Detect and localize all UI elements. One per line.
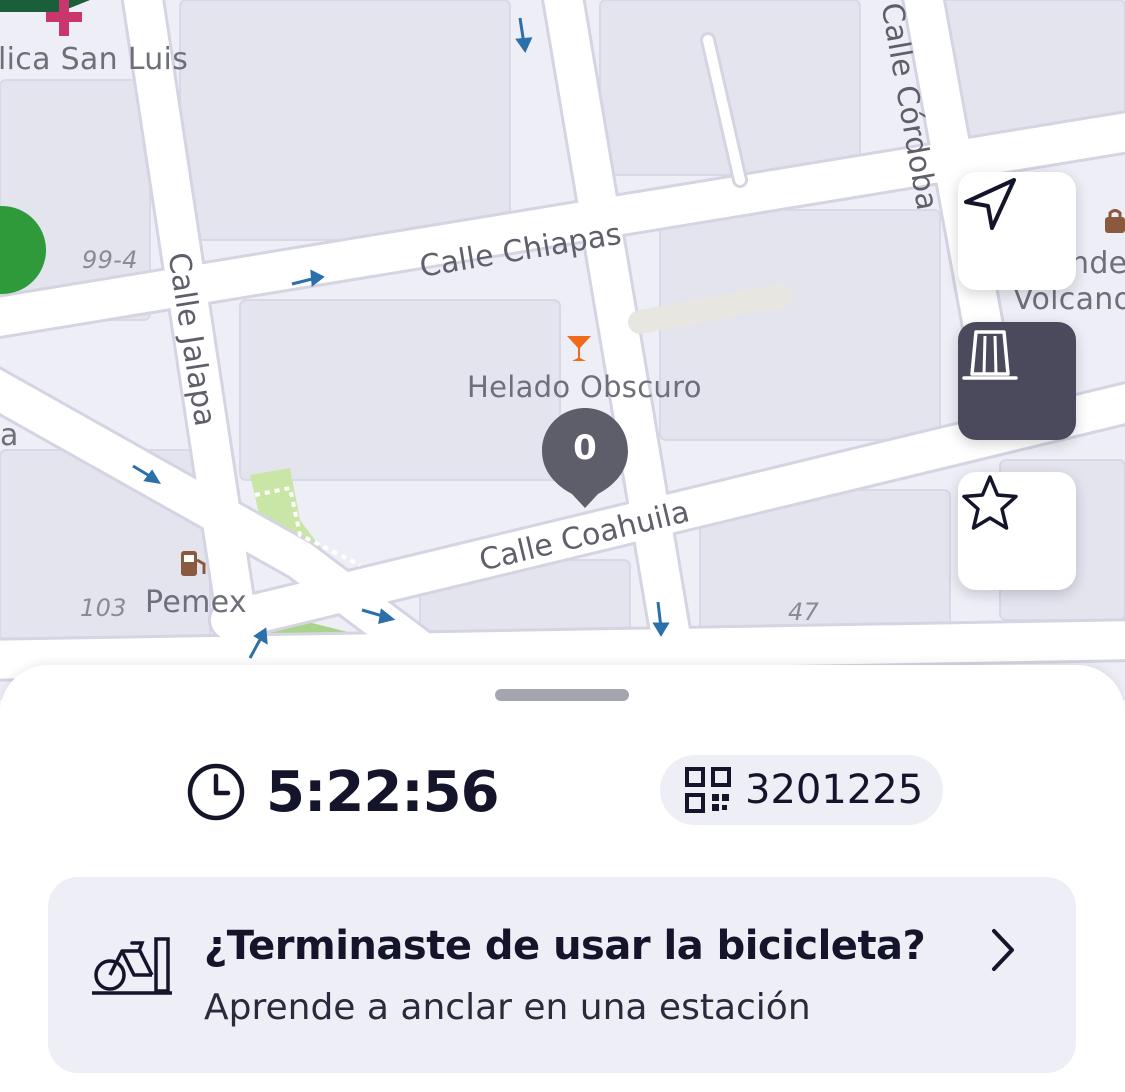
- bike-code-value: 3201225: [745, 767, 924, 813]
- bar-icon: [565, 334, 593, 364]
- favorites-button[interactable]: [958, 472, 1076, 590]
- trip-bottom-sheet[interactable]: 5:22:56 3201225 ¿Terminaste de usar la b…: [0, 665, 1125, 1092]
- dock-help-title: ¿Terminaste de usar la bicicleta?: [204, 923, 926, 969]
- star-icon: [962, 475, 1018, 530]
- chevron-right-icon: [992, 929, 1014, 971]
- map-view[interactable]: lica San Luis Helado Obscuro Pemex nder …: [0, 0, 1125, 700]
- map-edge-label: a: [0, 418, 19, 453]
- station-icon: [962, 330, 1018, 380]
- poi-bar-label: Helado Obscuro: [467, 370, 702, 404]
- hospital-icon: [44, 0, 84, 38]
- stations-layer-button[interactable]: [958, 322, 1076, 440]
- dock-help-card[interactable]: ¿Terminaste de usar la bicicleta? Aprend…: [48, 877, 1076, 1073]
- poi-clinic-label: lica San Luis: [0, 42, 189, 77]
- dock-help-subtitle: Aprende a anclar en una estación: [204, 987, 811, 1028]
- sheet-drag-handle[interactable]: [495, 689, 629, 701]
- poi-gas-label: Pemex: [145, 585, 247, 620]
- trip-timer: 5:22:56: [186, 757, 500, 827]
- address-number: 47: [788, 598, 820, 626]
- bike-code-badge[interactable]: 3201225: [660, 755, 943, 825]
- station-pin[interactable]: 0: [542, 408, 628, 510]
- bicycle-dock-icon: [92, 937, 172, 995]
- locate-me-button[interactable]: [958, 172, 1076, 290]
- qr-code-icon: [685, 767, 731, 813]
- poi-shop-label-1: nder: [1070, 246, 1125, 281]
- gas-station-icon: [178, 548, 208, 578]
- trip-timer-value: 5:22:56: [266, 759, 500, 825]
- navigation-arrow-icon: [964, 178, 1016, 230]
- clock-icon: [187, 763, 245, 821]
- shop-icon: [1102, 208, 1125, 234]
- station-pin-count: 0: [573, 428, 597, 468]
- address-number: 99-4: [82, 246, 138, 274]
- address-number: 103: [80, 594, 127, 622]
